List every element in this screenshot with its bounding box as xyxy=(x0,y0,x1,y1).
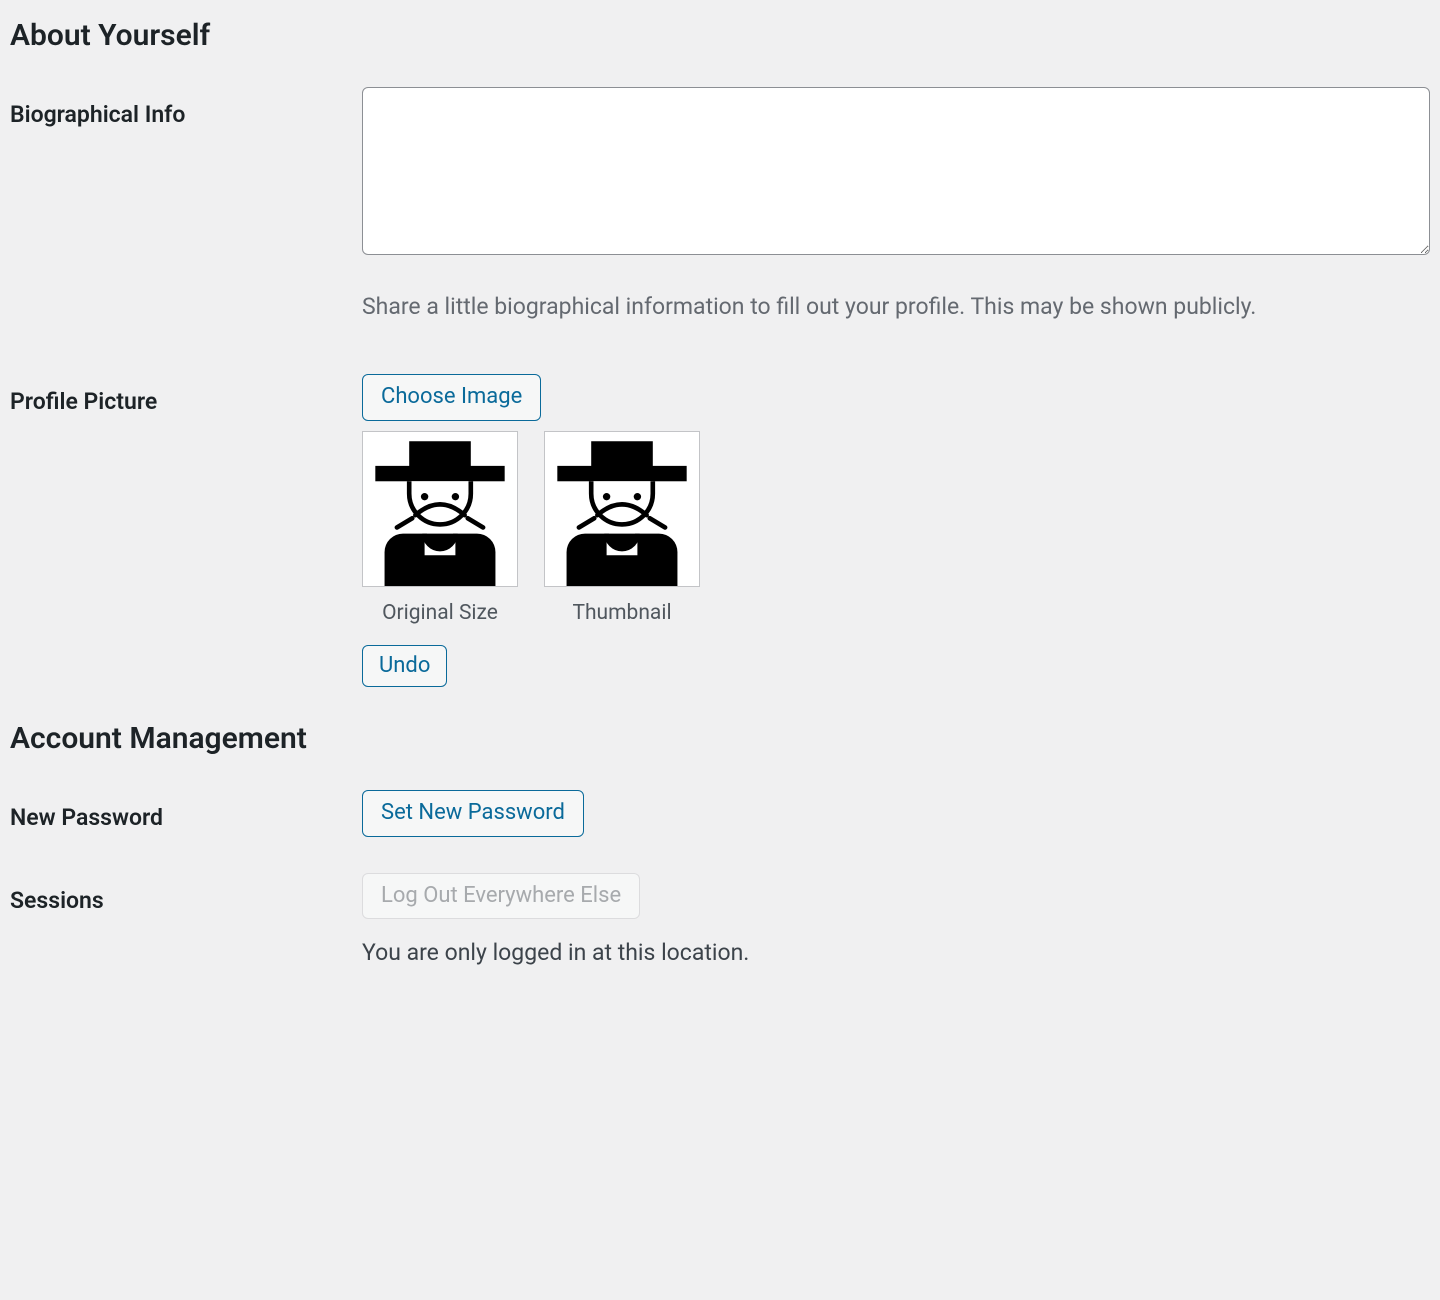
new-password-label: New Password xyxy=(10,790,362,831)
profile-picture-label: Profile Picture xyxy=(10,374,362,415)
log-out-everywhere-button[interactable]: Log Out Everywhere Else xyxy=(362,873,640,920)
avatar-icon xyxy=(363,432,517,586)
thumbnail-caption: Thumbnail xyxy=(544,601,700,625)
biographical-info-textarea[interactable] xyxy=(362,87,1430,255)
about-yourself-heading: About Yourself xyxy=(10,18,1430,53)
biographical-info-label: Biographical Info xyxy=(10,87,362,128)
profile-picture-original-preview xyxy=(362,431,518,587)
sessions-label: Sessions xyxy=(10,873,362,914)
set-new-password-button[interactable]: Set New Password xyxy=(362,790,584,837)
undo-button[interactable]: Undo xyxy=(362,645,447,688)
choose-image-button[interactable]: Choose Image xyxy=(362,374,541,421)
account-management-heading: Account Management xyxy=(10,721,1430,756)
sessions-help: You are only logged in at this location. xyxy=(362,939,1430,966)
profile-picture-thumbnail-preview xyxy=(544,431,700,587)
biographical-info-row: Biographical Info Share a little biograp… xyxy=(10,87,1430,320)
sessions-row: Sessions Log Out Everywhere Else You are… xyxy=(10,873,1430,967)
avatar-icon xyxy=(545,432,699,586)
new-password-row: New Password Set New Password xyxy=(10,790,1430,837)
original-size-caption: Original Size xyxy=(362,601,518,625)
profile-picture-row: Profile Picture Choose Image Original Si… xyxy=(10,374,1430,687)
biographical-info-help: Share a little biographical information … xyxy=(362,293,1430,320)
